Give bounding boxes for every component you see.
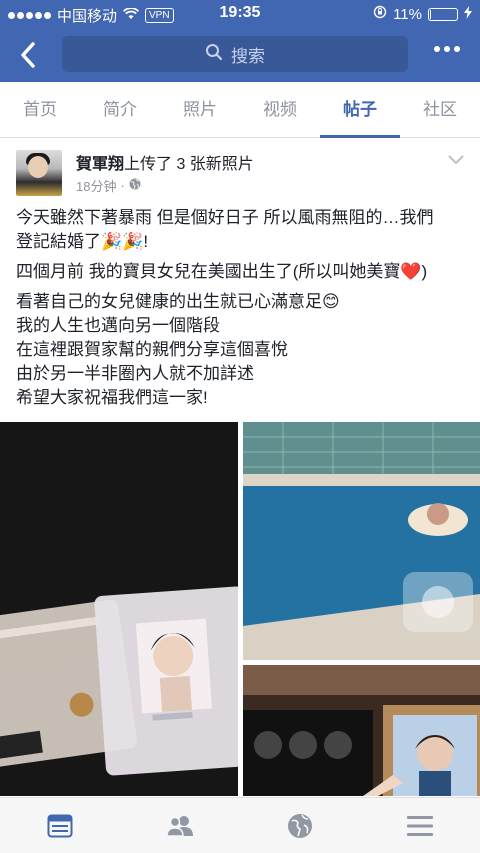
hamburger-menu-icon [407,815,433,836]
post-options-chevron[interactable] [448,152,464,170]
page-tabs: 首页 简介 照片 视频 帖子 社区 [0,82,480,138]
tab-home[interactable]: 首页 [0,82,80,137]
photo-id-cards[interactable] [0,422,238,796]
bottom-tab-bar [0,797,480,853]
dot-separator: · [120,178,125,193]
back-button[interactable] [14,40,44,70]
author-name[interactable]: 賀軍翔 [76,156,124,173]
post-author-line: 賀軍翔上传了 3 张新照片 [76,150,254,174]
search-input[interactable]: 搜索 [62,36,408,72]
news-feed-button[interactable] [0,798,120,853]
tab-videos[interactable]: 视频 [240,82,320,137]
post-line: 由於另一半非圈內人就不加詳述 [16,364,254,383]
notifications-button[interactable] [240,798,360,853]
avatar[interactable] [16,150,62,196]
friends-icon [166,815,193,837]
post-meta: 18分钟 · [76,176,141,195]
status-bar: 中国移动 VPN 19:35 11% [0,0,480,28]
orientation-lock-icon [373,5,387,23]
battery-percent: 11% [393,5,422,23]
post-line: 我的人生也邁向另一個階段 [16,316,220,335]
tab-photos[interactable]: 照片 [160,82,240,137]
post-line: 在這裡跟賀家幫的親們分享這個喜悅 [16,340,288,359]
battery-icon [428,7,458,21]
photo-pool[interactable] [243,422,480,660]
friends-button[interactable] [120,798,240,853]
post-line: 今天雖然下著暴雨 但是個好日子 所以風雨無阻的…我們 [16,208,434,227]
search-icon [205,43,223,66]
more-options-button[interactable] [434,46,460,52]
post-line: 看著自己的女兒健康的出生就已心滿意足😊 [16,292,340,311]
photo-portrait-frame[interactable] [243,665,480,796]
status-right: 11% [373,5,472,23]
charging-icon [464,5,472,23]
nav-bar: 搜索 [0,28,480,82]
news-feed-icon [47,814,73,837]
chevron-down-icon [448,155,464,165]
tab-about[interactable]: 简介 [80,82,160,137]
post-action: 上传了 3 张新照片 [124,156,254,173]
post-time[interactable]: 18分钟 [76,176,116,195]
post-line: 四個月前 我的寶貝女兒在美國出生了(所以叫她美寶❤️) [16,262,428,281]
tab-posts[interactable]: 帖子 [320,82,400,138]
tab-community[interactable]: 社区 [400,82,480,137]
search-placeholder: 搜索 [231,46,265,66]
post-header: 賀軍翔上传了 3 张新照片 18分钟 · [0,138,480,200]
back-arrow-icon [21,42,35,68]
globe-icon [129,178,141,193]
globe-icon [288,813,312,838]
post-line: 希望大家祝福我們這一家! [16,388,208,407]
menu-button[interactable] [360,798,480,853]
post-body: 今天雖然下著暴雨 但是個好日子 所以風雨無阻的…我們 登記結婚了🎉🎉! 四個月前… [16,206,468,410]
post-line: 登記結婚了🎉🎉! [16,232,149,251]
